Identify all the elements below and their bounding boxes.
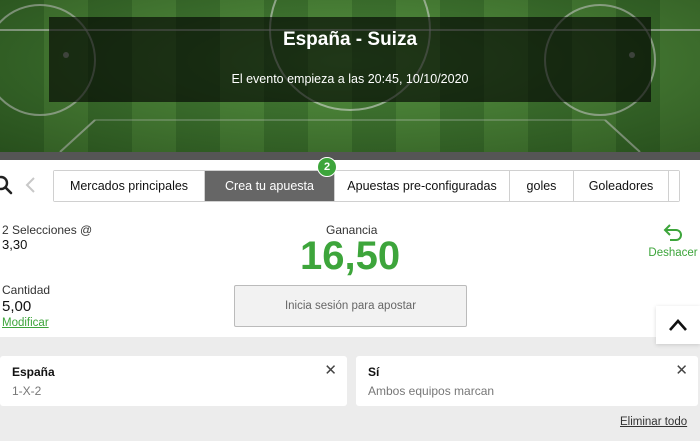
tab-label: Goleadores bbox=[588, 179, 654, 193]
clear-all-link[interactable]: Eliminar todo bbox=[620, 416, 687, 428]
close-icon[interactable]: ✕ bbox=[324, 363, 337, 378]
selection-team: España bbox=[12, 365, 55, 379]
market-tabbar: Mercados principales Crea tu apuesta 2 Ap… bbox=[0, 157, 700, 212]
chevron-up-icon bbox=[668, 318, 688, 337]
quantity-value: 5,00 bbox=[2, 298, 32, 315]
search-icon[interactable] bbox=[0, 174, 14, 196]
tab-overflow[interactable] bbox=[669, 171, 679, 201]
scroll-top-button[interactable] bbox=[656, 306, 700, 344]
chevron-left-icon[interactable] bbox=[24, 176, 36, 199]
tab-label: Mercados principales bbox=[69, 179, 189, 193]
tab-label: Crea tu apuesta bbox=[225, 179, 314, 193]
selection-team: Sí bbox=[368, 365, 380, 379]
total-odds: 3,30 bbox=[2, 237, 28, 252]
selection-count-badge: 2 bbox=[317, 157, 337, 177]
undo-button[interactable]: Deshacer bbox=[646, 223, 700, 259]
modify-link[interactable]: Modificar bbox=[2, 317, 49, 329]
selection-card: Sí Ambos equipos marcan ✕ bbox=[356, 356, 698, 406]
tab-goles[interactable]: goles bbox=[510, 171, 574, 201]
match-title: España - Suiza bbox=[282, 29, 418, 50]
event-info-box: España - Suiza El evento empieza a las 2… bbox=[49, 17, 651, 102]
tab-apuestas-preconfiguradas[interactable]: Apuestas pre-configuradas bbox=[335, 171, 510, 201]
selection-market: 1-X-2 bbox=[12, 384, 42, 398]
login-to-bet-button[interactable]: Inicia sesión para apostar bbox=[234, 285, 467, 327]
selection-card: España 1-X-2 ✕ bbox=[0, 356, 347, 406]
undo-arrow-icon bbox=[662, 224, 684, 245]
event-header: España - Suiza El evento empieza a las 2… bbox=[0, 0, 700, 152]
betslip-summary: 2 Selecciones @ 3,30 Ganancia 16,50 Desh… bbox=[0, 212, 700, 337]
tab-label: goles bbox=[526, 179, 557, 193]
tab-label: Apuestas pre-configuradas bbox=[347, 179, 497, 193]
header-divider bbox=[0, 152, 700, 160]
undo-label: Deshacer bbox=[648, 247, 698, 259]
quantity-label: Cantidad bbox=[2, 283, 51, 297]
selections-count: 2 Selecciones @ bbox=[2, 223, 93, 237]
event-start-time: El evento empieza a las 20:45, 10/10/202… bbox=[231, 72, 469, 86]
gain-value: 16,50 bbox=[300, 234, 401, 278]
tab-mercados-principales[interactable]: Mercados principales bbox=[54, 171, 205, 201]
tab-crea-tu-apuesta[interactable]: Crea tu apuesta 2 bbox=[205, 157, 337, 201]
selection-market: Ambos equipos marcan bbox=[368, 384, 495, 398]
tab-goleadores[interactable]: Goleadores bbox=[574, 171, 669, 201]
close-icon[interactable]: ✕ bbox=[675, 363, 688, 378]
tabs: Mercados principales Crea tu apuesta 2 Ap… bbox=[53, 157, 680, 202]
